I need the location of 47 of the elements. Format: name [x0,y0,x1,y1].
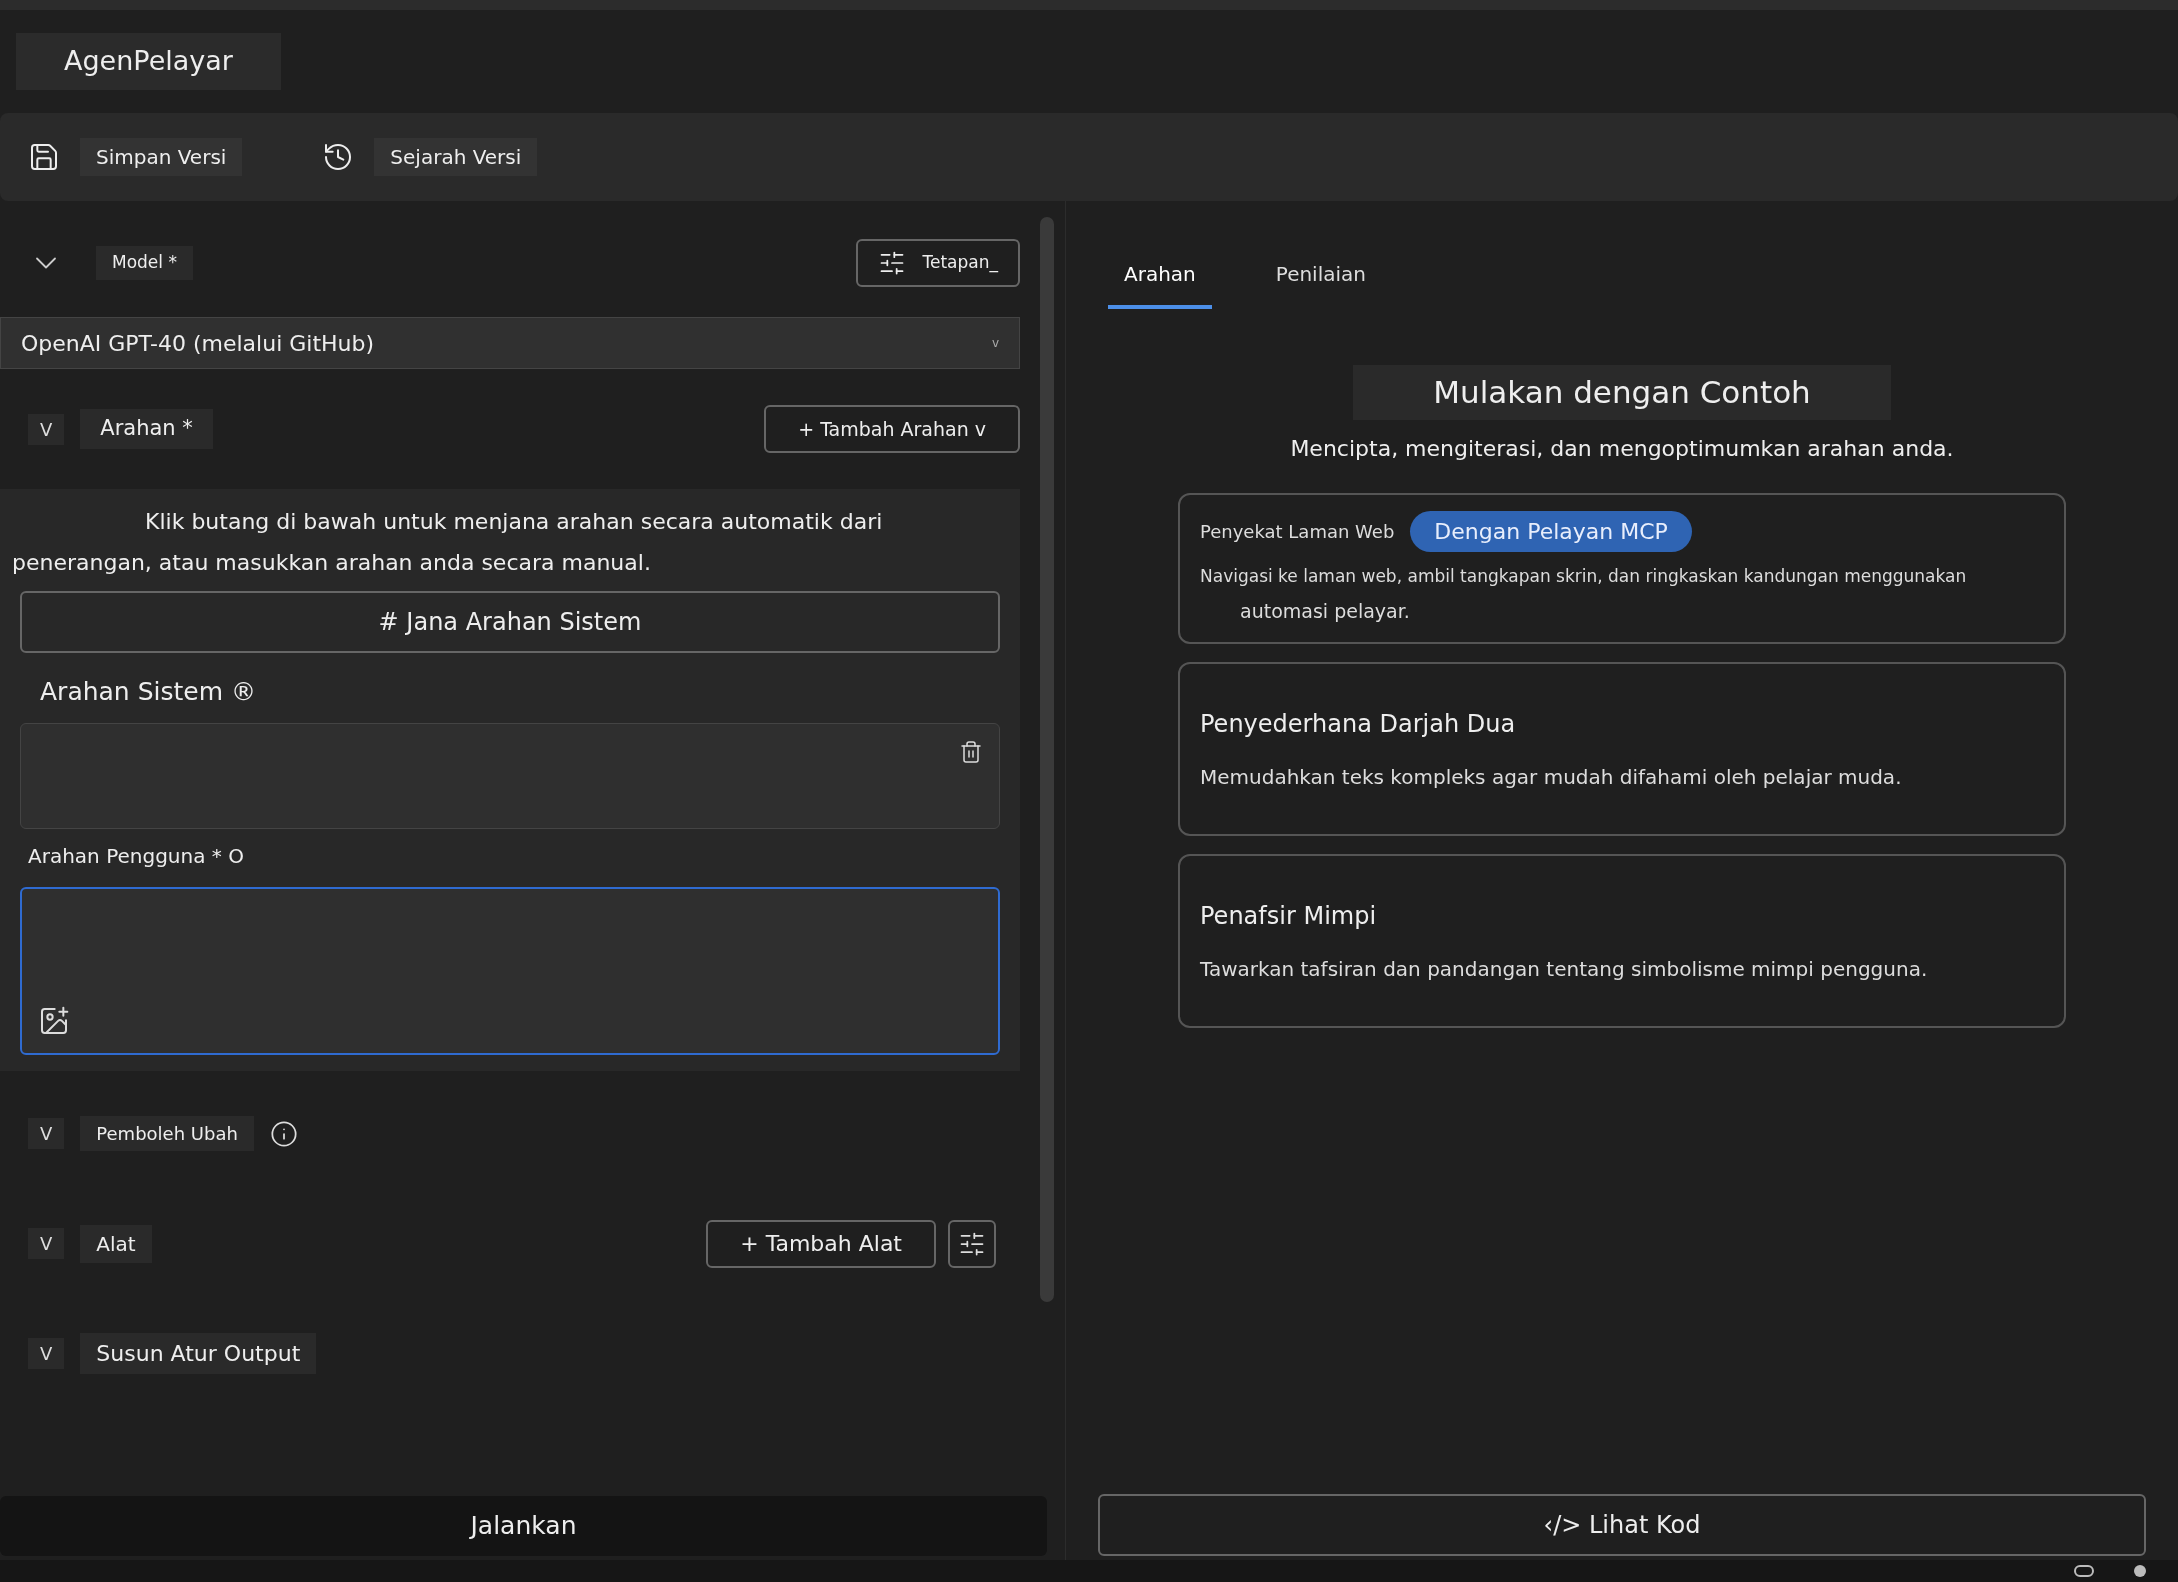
image-icon[interactable] [38,1004,70,1037]
app-title: AgenPelayar [16,33,281,90]
run-button[interactable]: Jalankan [0,1496,1047,1556]
collapse-toggle[interactable]: V [28,1228,65,1259]
add-tool-button[interactable]: + Tambah Alat [706,1219,936,1268]
examples-heading: Mulakan dengan Contoh [1353,365,1891,420]
section-label: Alat [80,1224,152,1263]
section-label: Susun Atur Output [80,1333,317,1374]
card-description: Navigasi ke laman web, ambil tangkapan skrin, dan ringkaskan kandungan menggunakan [1200,564,1968,588]
example-card[interactable]: Penyederhana Darjah Dua Memudahkan teks kompleks agar mudah difahami oleh pelajar muda. [1178,661,2066,836]
example-card[interactable]: Penyekat Laman Web Dengan Pelayan MCP Navigasi ke laman web, ambil tangkapan skrin, dan ringkaskan kandungan menggunakan automasi pelayar. [1178,492,2066,644]
help-text: Klik butang di bawah untuk menjana arahan secara automatik dari [144,508,884,536]
view-code-button[interactable]: ‹/> Lihat Kod [1098,1494,2146,1556]
tool-settings-button[interactable] [948,1219,996,1268]
tab[interactable]: Penilaian [1259,259,1382,309]
collapse-toggle[interactable]: V [28,1118,65,1149]
save-icon [28,141,60,173]
card-description: Tawarkan tafsiran dan pandangan tentang simbolisme mimpi pengguna. [1200,955,1929,983]
help-text: penerangan, atau masukkan arahan anda secara manual. [12,549,652,577]
model-label: Model * [96,246,193,280]
example-card[interactable]: Penafsir Mimpi Tawarkan tafsiran dan pandangan tentang simbolisme mimpi pengguna. [1178,853,2066,1028]
tab[interactable]: Arahan [1108,259,1212,309]
system-prompt-field[interactable] [20,722,1000,829]
system-prompt-label: Arahan Sistem ® [39,676,257,708]
add-prompt-button[interactable]: + Tambah Arahan v [764,405,1020,453]
section-label: Arahan * [80,409,213,449]
dropdown-mark[interactable]: v [991,334,999,352]
card-title: Penafsir Mimpi [1200,900,1378,932]
card-title: Penyederhana Darjah Dua [1200,708,1517,740]
status-icon[interactable] [2134,1565,2146,1577]
collapse-toggle[interactable]: V [28,413,65,445]
info-icon[interactable] [269,1119,298,1148]
delete-icon[interactable] [959,739,983,764]
generate-prompt-button[interactable]: # Jana Arahan Sistem [20,591,1000,653]
model-select[interactable]: OpenAI GPT-40 (melalui GitHub) v [0,317,1020,369]
status-icon[interactable] [2074,1565,2094,1577]
user-prompt-label: Arahan Pengguna * O [27,842,245,870]
card-description: automasi pelayar. [1239,599,1411,624]
mcp-badge: Dengan Pelayan MCP [1410,510,1692,552]
collapse-toggle[interactable]: V [28,1338,65,1369]
examples-subtitle: Mencipta, mengiterasi, dan mengoptimumkan arahan anda. [1290,434,1954,463]
scrollbar-thumb[interactable] [1040,217,1054,1302]
card-tag: Penyekat Laman Web [1200,517,1395,545]
section-label: Pemboleh Ubah [80,1116,254,1151]
user-prompt-field[interactable] [20,886,1000,1055]
settings-button[interactable]: Tetapan_ [856,239,1020,287]
card-description: Memudahkan teks kompleks agar mudah difahami oleh pelajar muda. [1200,763,1903,791]
